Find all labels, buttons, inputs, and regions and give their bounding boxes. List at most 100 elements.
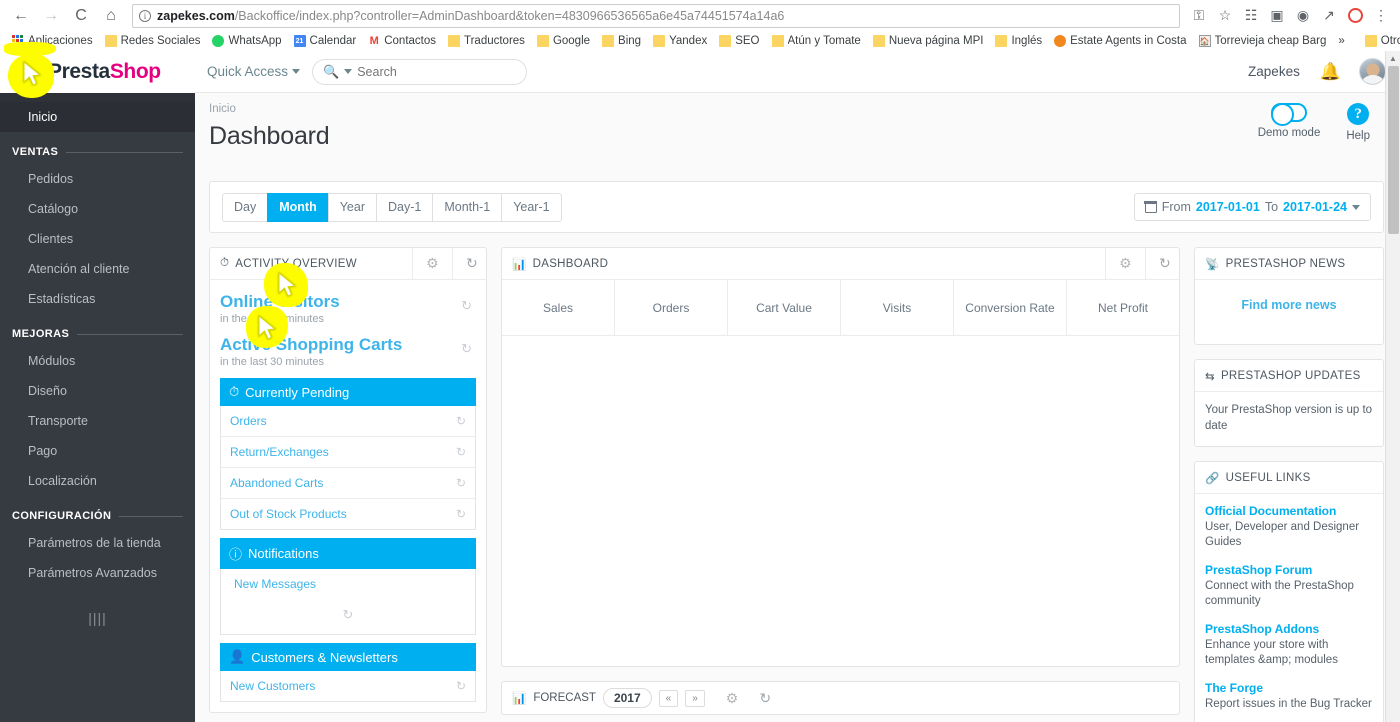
search-input[interactable]	[357, 64, 508, 79]
bookmark-item[interactable]: 21 Calendar	[288, 32, 363, 50]
bookmark-item[interactable]: Redes Sociales	[99, 32, 207, 50]
forecast-next-button[interactable]: »	[685, 689, 705, 707]
useful-link-title[interactable]: PrestaShop Addons	[1205, 622, 1373, 636]
updates-panel-body: Your PrestaShop version is up to date	[1195, 392, 1383, 446]
range-button-day[interactable]: Day	[222, 192, 268, 222]
info-icon[interactable]: i	[139, 9, 151, 22]
refresh-icon[interactable]: ↻	[752, 690, 771, 707]
shield-icon[interactable]: ◉	[1292, 4, 1314, 28]
bookmark-item[interactable]: Atún y Tomate	[766, 32, 867, 50]
range-button-day-1[interactable]: Day-1	[375, 192, 433, 222]
demo-mode-toggle[interactable]: Demo mode	[1258, 103, 1320, 142]
forecast-year[interactable]: 2017	[602, 688, 652, 708]
range-button-year[interactable]: Year	[327, 192, 376, 222]
kpi-column-visits[interactable]: Visits	[841, 280, 954, 335]
reload-icon[interactable]: C	[68, 3, 94, 29]
sidebar-item-localizacion[interactable]: Localización	[0, 466, 195, 496]
stat-title[interactable]: Online Visitors	[220, 292, 476, 312]
avatar[interactable]	[1359, 58, 1386, 85]
list-item[interactable]: Abandoned Carts ↻	[221, 468, 475, 499]
refresh-icon[interactable]: ↻	[1152, 255, 1171, 272]
search-box[interactable]: 🔍	[312, 58, 528, 85]
other-bookmarks-button[interactable]: Otros marcadores	[1359, 32, 1400, 50]
quick-access-dropdown[interactable]: Quick Access	[207, 64, 301, 79]
scroll-up-arrow-icon[interactable]: ▲	[1386, 51, 1400, 66]
list-item[interactable]: Orders ↻	[221, 406, 475, 437]
refresh-icon[interactable]: ↻	[459, 255, 478, 272]
kpi-column-cart-value[interactable]: Cart Value	[728, 280, 841, 335]
useful-link-title[interactable]: PrestaShop Forum	[1205, 563, 1373, 577]
stat-title[interactable]: Active Shopping Carts	[220, 335, 476, 355]
sidebar-item-inicio[interactable]: Inicio	[0, 102, 195, 132]
sidebar-item-estadisticas[interactable]: Estadísticas	[0, 284, 195, 314]
prestashop-updates-panel: ⇆ PRESTASHOP UPDATES Your PrestaShop ver…	[1194, 359, 1384, 447]
useful-link-title[interactable]: The Forge	[1205, 681, 1373, 695]
gear-icon[interactable]: ⚙	[1112, 255, 1139, 272]
news-panel-header: 📡 PRESTASHOP NEWS	[1195, 248, 1383, 280]
bell-icon[interactable]: 🔔	[1320, 62, 1341, 82]
sidebar-item-transporte[interactable]: Transporte	[0, 406, 195, 436]
range-button-month-1[interactable]: Month-1	[432, 192, 502, 222]
list-item[interactable]: Out of Stock Products ↻	[221, 499, 475, 529]
user-name[interactable]: Zapekes	[1248, 64, 1300, 79]
page-scrollbar[interactable]: ▲	[1385, 51, 1400, 722]
list-item-label[interactable]: New Messages	[230, 577, 466, 591]
bookmark-item[interactable]: Nueva página MPI	[867, 32, 990, 50]
range-button-year-1[interactable]: Year-1	[501, 192, 562, 222]
kpi-column-net-profit[interactable]: Net Profit	[1067, 280, 1179, 335]
list-item[interactable]: New Customers ↻	[221, 671, 475, 701]
sidebar-item-parametros-de-la-tienda[interactable]: Parámetros de la tienda	[0, 528, 195, 558]
breadcrumb[interactable]: Inicio	[209, 103, 1384, 115]
bookmark-item[interactable]: Bing	[596, 32, 647, 50]
kpi-column-conversion-rate[interactable]: Conversion Rate	[954, 280, 1067, 335]
sidebar-item-diseno[interactable]: Diseño	[0, 376, 195, 406]
gear-icon[interactable]: ⚙	[719, 690, 746, 707]
bookmark-item[interactable]: Google	[531, 32, 596, 50]
sidebar-collapse-handle[interactable]: ||||	[0, 610, 195, 626]
cast-icon[interactable]: ↗	[1318, 4, 1340, 28]
camera-icon[interactable]: ▣	[1266, 4, 1288, 28]
list-item[interactable]: Return/Exchanges ↻	[221, 437, 475, 468]
find-more-news-link[interactable]: Find more news	[1205, 290, 1373, 322]
bookmark-item[interactable]: SEO	[713, 32, 765, 50]
loading-spinner-icon: ↻	[455, 476, 466, 490]
bookmark-item[interactable]: WhatsApp	[206, 32, 287, 50]
date-range-picker[interactable]: From 2017-01-01 To 2017-01-24	[1133, 193, 1371, 221]
home-icon[interactable]: ⌂	[98, 3, 124, 29]
address-bar[interactable]: i zapekes.com/Backoffice/index.php?contr…	[132, 3, 1180, 28]
bookmarks-overflow-button[interactable]: »	[1332, 32, 1350, 50]
help-button[interactable]: ? Help	[1346, 103, 1370, 142]
useful-links-header: 🔗 USEFUL LINKS	[1195, 462, 1383, 494]
sidebar-item-pedidos[interactable]: Pedidos	[0, 164, 195, 194]
bookmark-item[interactable]: Traductores	[442, 32, 531, 50]
bookmark-item[interactable]: 🏠 Torrevieja cheap Barg	[1193, 32, 1333, 50]
kebab-menu-icon[interactable]: ⋮	[1370, 4, 1392, 28]
bookmark-item[interactable]: Inglés	[989, 32, 1048, 50]
bookmark-label: Atún y Tomate	[787, 35, 861, 47]
sidebar-item-parametros-avanzados[interactable]: Parámetros Avanzados	[0, 558, 195, 588]
sidebar-item-pago[interactable]: Pago	[0, 436, 195, 466]
sidebar-item-atencion-al-cliente[interactable]: Atención al cliente	[0, 254, 195, 284]
bookmark-item[interactable]: M Contactos	[362, 32, 442, 50]
forward-arrow-icon[interactable]: →	[38, 3, 64, 29]
forecast-prev-button[interactable]: «	[658, 689, 679, 707]
useful-link-title[interactable]: Official Documentation	[1205, 504, 1373, 518]
key-icon[interactable]: ⚿	[1188, 4, 1210, 28]
range-button-month[interactable]: Month	[267, 192, 328, 222]
bookmark-item[interactable]: Aplicaciones	[6, 32, 99, 50]
scrollbar-thumb[interactable]	[1388, 66, 1399, 234]
gear-icon[interactable]: ⚙	[419, 255, 446, 272]
sidebar-item-clientes[interactable]: Clientes	[0, 224, 195, 254]
bookmark-item[interactable]: Estate Agents in Costa	[1048, 32, 1192, 50]
opera-icon[interactable]	[1344, 4, 1366, 28]
bookmark-item[interactable]: Yandex	[647, 32, 713, 50]
kpi-column-sales[interactable]: Sales	[502, 280, 615, 335]
kpi-column-orders[interactable]: Orders	[615, 280, 728, 335]
back-arrow-icon[interactable]: ←	[8, 3, 34, 29]
sidebar-item-modulos[interactable]: Módulos	[0, 346, 195, 376]
extensions-icon[interactable]: ☷	[1240, 4, 1262, 28]
sidebar-item-catalogo[interactable]: Catálogo	[0, 194, 195, 224]
star-icon[interactable]: ☆	[1214, 4, 1236, 28]
brand-logo-area[interactable]: PrestaShop	[0, 51, 195, 93]
chevron-down-icon[interactable]	[344, 69, 353, 74]
